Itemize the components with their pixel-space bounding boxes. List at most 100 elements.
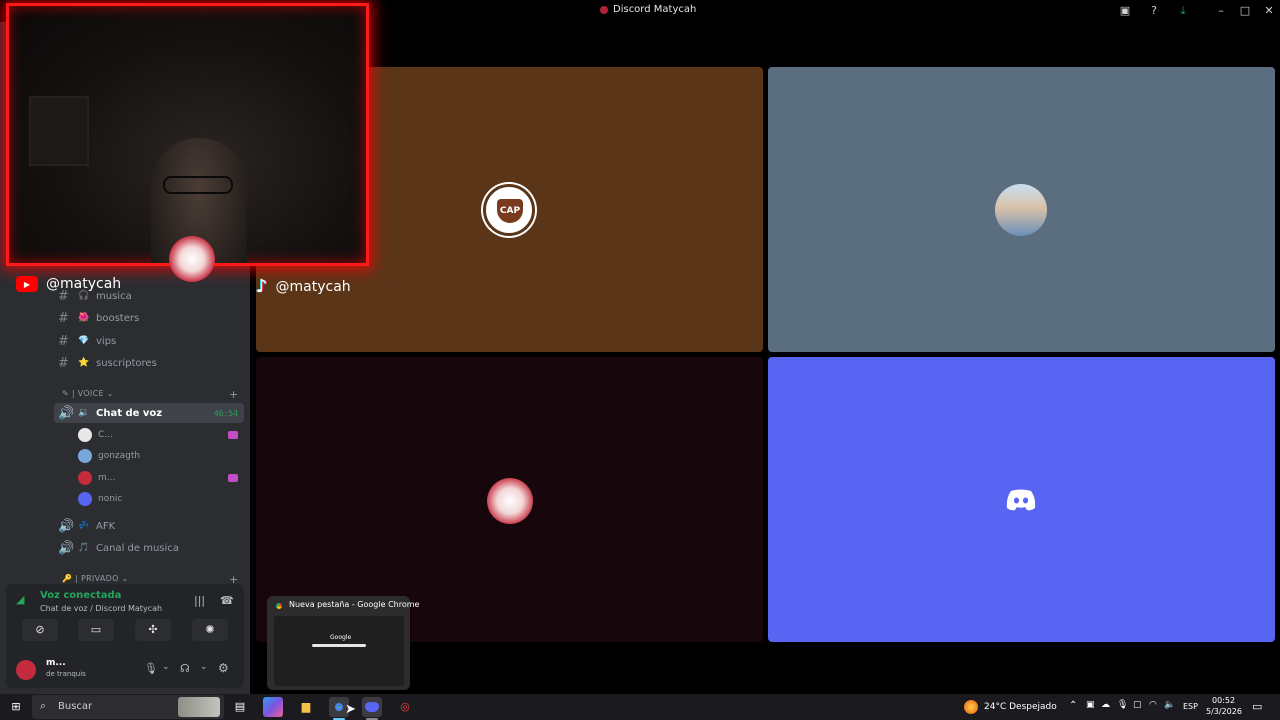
user-name[interactable]: m... <box>46 658 66 668</box>
windows-start-icon[interactable]: ⊞ <box>6 697 26 717</box>
taskbar-window-preview[interactable]: Nueva pestaña - Google Chrome Google <box>267 596 419 690</box>
voice-connection-panel: ◢ Voz conectada Chat de voz / Discord Ma… <box>6 584 244 688</box>
chevron-up-icon[interactable]: ⌃ <box>1069 700 1077 711</box>
google-logo: Google <box>330 634 352 641</box>
avatar <box>78 492 92 506</box>
cap-shield-icon: CAP <box>497 199 523 223</box>
channel-label: vips <box>96 335 117 347</box>
screen-share-icon[interactable]: ▭ <box>78 619 114 641</box>
copilot-icon[interactable] <box>263 697 283 717</box>
obs-icon[interactable]: ◎ <box>395 697 415 717</box>
window-title: Discord Matycah <box>600 4 696 15</box>
noise-suppression-icon[interactable]: ||| <box>194 594 205 607</box>
headphones-icon[interactable]: ☊ <box>180 662 190 675</box>
clock-time[interactable]: 00:52 <box>1212 696 1235 705</box>
chevron-down-icon[interactable]: ⌄ <box>162 662 170 672</box>
soundboard-icon[interactable]: ✺ <box>192 619 228 641</box>
help-icon[interactable]: ? <box>1146 3 1162 19</box>
star-icon: ⭐ <box>78 358 90 368</box>
music-icon: 🎵 <box>78 543 90 553</box>
channel-label: musica <box>96 290 132 302</box>
avatar <box>78 428 92 442</box>
channel-boosters[interactable]: # 🌺 boosters <box>54 308 244 328</box>
screen: Discord Matycah ▣ ? ⤓ – □ ✕ # 🎧 musica #… <box>0 0 1280 720</box>
discord-logo-icon <box>1005 489 1037 511</box>
user-status: de tranquis <box>46 670 86 678</box>
video-tile-gonzagth[interactable] <box>768 67 1275 352</box>
channel-label: suscriptores <box>96 357 157 369</box>
chevron-down-icon: ⌄ <box>118 574 129 583</box>
webcam-overlay <box>6 3 369 266</box>
voice-member[interactable]: gonzagth <box>78 446 244 466</box>
voice-channel-path[interactable]: Chat de voz / Discord Matycah <box>40 604 162 613</box>
tiktok-handle-text: @matycah <box>275 278 351 295</box>
preview-title: Nueva pestaña - Google Chrome <box>289 600 420 609</box>
headphones-icon: 🎧 <box>78 291 90 301</box>
microphone-icon[interactable]: 🎙 <box>1117 700 1128 710</box>
pencil-icon: ✎ <box>62 389 72 398</box>
close-icon[interactable]: ✕ <box>1261 3 1277 19</box>
weather-text[interactable]: 24°C Despejado <box>984 702 1057 712</box>
member-name: m... <box>98 473 116 483</box>
minimize-icon[interactable]: – <box>1213 3 1229 19</box>
microphone-icon[interactable]: 🎙 <box>144 662 158 675</box>
discord-taskbar-icon[interactable] <box>362 697 382 717</box>
category-label: | VOICE <box>71 389 104 398</box>
wifi-icon[interactable]: ◠ <box>1149 700 1157 710</box>
window-title-text: Discord Matycah <box>613 4 697 15</box>
task-view-icon[interactable]: ▤ <box>230 697 250 717</box>
video-tile-nonic[interactable] <box>768 357 1275 642</box>
streaming-icon <box>228 431 238 439</box>
weather-icon[interactable] <box>964 700 978 714</box>
streaming-icon <box>228 474 238 482</box>
activities-icon[interactable]: ✣ <box>135 619 171 641</box>
language-indicator[interactable]: ESP <box>1183 702 1198 711</box>
channel-label: Chat de voz <box>96 407 163 419</box>
clock-date[interactable]: 5/3/2026 <box>1206 707 1242 716</box>
chevron-down-icon: ⌄ <box>103 389 114 398</box>
wall-frame <box>29 96 89 166</box>
volume-icon[interactable]: 🔈 <box>1164 700 1175 710</box>
disconnect-icon[interactable]: ☎ <box>220 594 234 607</box>
text-channel-icon: # <box>58 310 69 326</box>
text-channel-icon: # <box>58 355 69 371</box>
download-icon[interactable]: ⤓ <box>1175 3 1191 19</box>
flower-icon: 🌺 <box>78 313 90 323</box>
category-privado[interactable]: 🔑 | PRIVADO ⌄ <box>62 574 129 583</box>
speaker-icon: 🔊 <box>58 405 75 421</box>
channel-label: boosters <box>96 312 140 324</box>
channel-suscriptores[interactable]: # ⭐ suscriptores <box>54 353 244 373</box>
tray-app-icon[interactable]: ▣ <box>1086 700 1095 710</box>
notifications-icon[interactable]: ▭ <box>1252 700 1262 713</box>
voice-channel-musica[interactable]: 🔊 🎵 Canal de musica <box>54 538 244 558</box>
onedrive-icon[interactable]: ☁ <box>1101 700 1110 710</box>
youtube-handle-text: @matycah <box>46 276 122 292</box>
inbox-icon[interactable]: ▣ <box>1117 3 1133 19</box>
maximize-icon[interactable]: □ <box>1237 3 1253 19</box>
user-avatar[interactable] <box>16 660 36 680</box>
youtube-handle: ▶ @matycah <box>16 276 121 292</box>
search-placeholder: Buscar <box>58 701 93 712</box>
channel-vips[interactable]: # 💎 vips <box>54 331 244 351</box>
mouse-cursor: ➤ <box>345 702 356 717</box>
category-voice[interactable]: ✎ | VOICE ⌄ <box>62 389 114 398</box>
voice-channel-afk[interactable]: 🔊 💤 AFK <box>54 516 244 536</box>
discord-icon <box>365 702 379 712</box>
voice-channel-chat-de-voz[interactable]: 🔊 🔉 Chat de voz 46:54 <box>54 403 244 423</box>
file-explorer-icon[interactable]: ▆ <box>296 697 316 717</box>
voice-member[interactable]: C... <box>78 425 244 445</box>
voice-member[interactable]: nonic <box>78 489 244 509</box>
camera-off-icon[interactable]: ⊘ <box>22 619 58 641</box>
settings-icon[interactable]: ⚙ <box>218 661 229 675</box>
windows-taskbar: ⊞ ⌕ Buscar ▤ ▆ ◎ ➤ 24°C Despejado ⌃ ▣ ☁ … <box>0 694 1280 720</box>
chevron-down-icon[interactable]: ⌄ <box>200 662 208 672</box>
display-icon[interactable]: ▢ <box>1133 700 1142 710</box>
tiktok-handle: ♪ @matycah <box>256 276 351 297</box>
avatar <box>995 184 1047 236</box>
text-channel-icon: # <box>58 333 69 349</box>
create-channel-icon[interactable]: + <box>229 388 238 401</box>
search-input[interactable]: ⌕ Buscar <box>32 695 224 719</box>
avatar <box>78 471 92 485</box>
voice-member[interactable]: m... <box>78 468 244 488</box>
search-icon: ⌕ <box>40 699 47 712</box>
